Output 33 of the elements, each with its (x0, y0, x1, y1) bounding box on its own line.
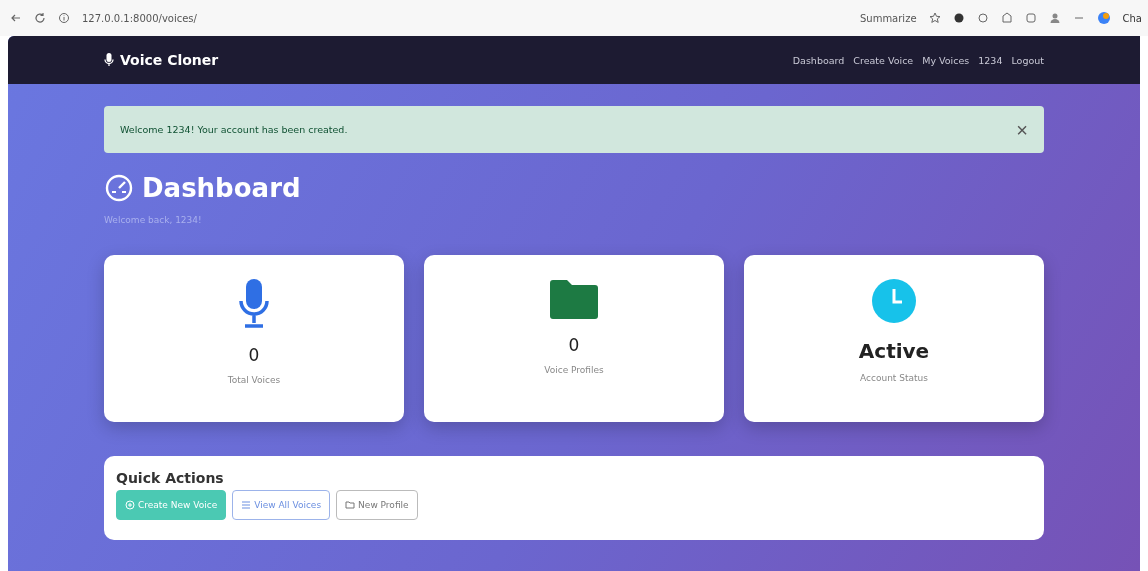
profile-icon[interactable] (1048, 12, 1061, 24)
summarize-button[interactable]: Summarize (859, 12, 917, 24)
copilot-icon[interactable] (1096, 11, 1111, 25)
section-title: Quick Actions (116, 470, 225, 486)
stat-label: Total Voices (227, 375, 281, 385)
clock-icon (872, 279, 916, 323)
stat-value: 0 (568, 335, 580, 355)
list-icon (241, 500, 252, 510)
nav-link[interactable]: Dashboard (792, 54, 845, 66)
brand-name[interactable]: Voice Cloner (120, 52, 219, 68)
page-title: Dashboard (142, 173, 301, 203)
microphone-icon (104, 53, 114, 67)
star-icon[interactable] (928, 12, 941, 24)
stat-value: Active (858, 339, 930, 363)
chat-tab[interactable]: Cha (1122, 12, 1142, 24)
back-icon[interactable] (10, 12, 22, 24)
speedometer-icon (104, 173, 134, 203)
folder-icon (550, 279, 598, 319)
nav-link[interactable]: My Voices (922, 54, 970, 66)
stat-value: 0 (248, 345, 260, 365)
info-icon[interactable] (58, 12, 70, 24)
url-field[interactable]: 127.0.0.1:8000/voices/ (82, 12, 197, 24)
folder-icon (345, 500, 356, 510)
reload-icon[interactable] (34, 12, 46, 24)
nav-link[interactable]: 1234 (978, 54, 1003, 66)
stat-label: Voice Profiles (544, 365, 604, 375)
stat-label: Account Status (860, 373, 928, 383)
alert-message: Welcome 1234! Your account has been created. (120, 124, 348, 135)
nav-link[interactable]: Create Voice (853, 54, 914, 66)
microphone-icon (239, 279, 269, 329)
nav-link[interactable]: Logout (1011, 54, 1044, 66)
action-button[interactable]: New Profile (336, 490, 418, 520)
close-button[interactable]: × (1016, 119, 1028, 140)
